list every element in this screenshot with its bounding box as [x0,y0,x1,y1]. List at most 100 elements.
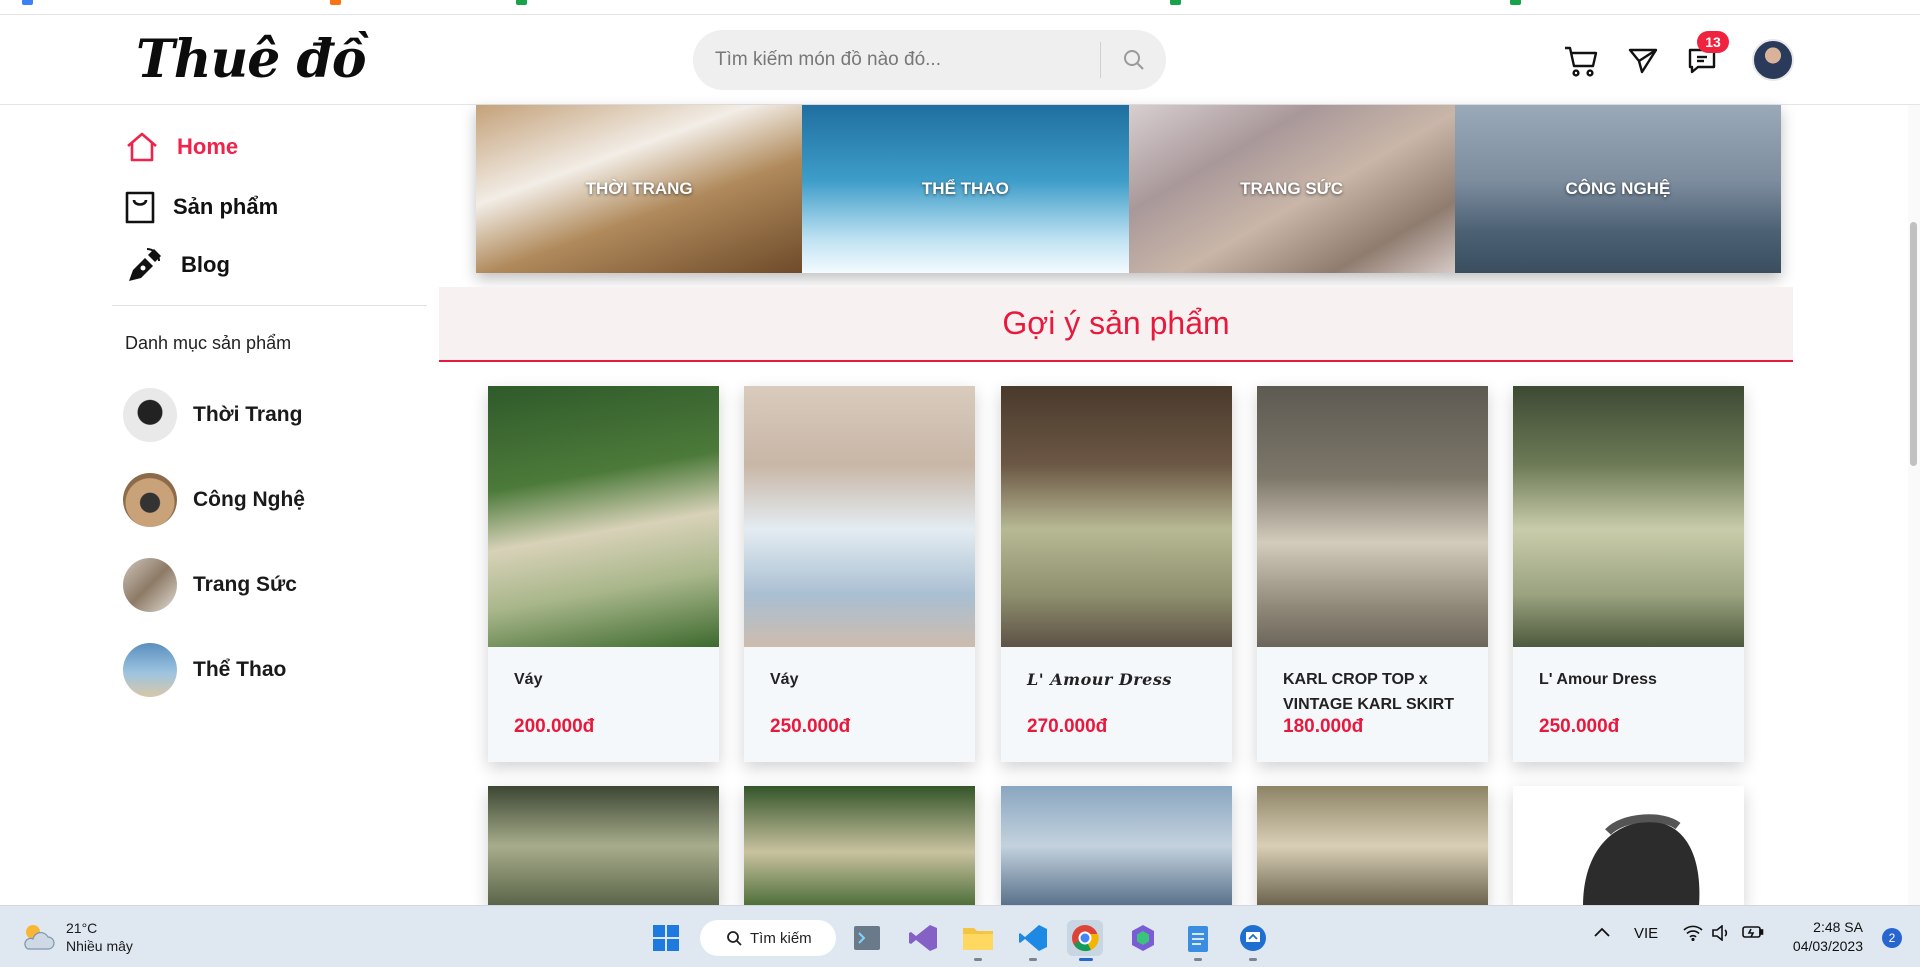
product-card[interactable] [1257,786,1488,906]
weather-desc: Nhiều mây [66,938,133,954]
product-card[interactable]: Váy 250.000đ [744,386,975,762]
product-image [488,386,719,647]
banner-label: THỂ THAO [921,179,1009,198]
pen-nib-icon [129,248,161,281]
suggestions-header: Gợi ý sản phẩm [439,287,1793,362]
sidebar-divider [112,305,427,306]
notification-center-badge[interactable]: 2 [1882,928,1902,948]
cube-icon [1132,925,1154,951]
app-remote-desktop[interactable] [1235,920,1271,956]
site-header: Thuê đồ 13 [0,15,1920,105]
category-thumbnail [123,558,177,612]
user-avatar[interactable] [1752,39,1794,81]
weather-temp: 21°C [66,920,98,936]
filter-button[interactable] [1623,41,1663,81]
nav-products-label: Sản phẩm [173,194,279,219]
cart-button[interactable] [1561,41,1601,81]
network-status[interactable] [1683,925,1703,945]
clock-time: 2:48 SA [1813,919,1863,935]
scrollbar-thumb[interactable] [1910,222,1917,466]
speaker-icon [1712,924,1728,942]
product-image [1001,386,1232,647]
product-card[interactable] [1001,786,1232,906]
product-card[interactable] [488,786,719,906]
product-card[interactable] [744,786,975,906]
banner-tile-sports[interactable]: THỂ THAO [802,105,1129,273]
product-card[interactable]: L' Amour Dress 270.000đ [1001,386,1232,762]
category-jewelry[interactable]: Trang Sức [123,557,297,613]
windows-icon [653,925,679,951]
product-price: 270.000đ [1027,716,1108,737]
site-logo[interactable]: Thuê đồ [136,29,367,90]
product-name: L' Amour Dress [1539,671,1657,688]
app-visual-studio[interactable] [905,920,941,956]
app-terminal[interactable] [849,920,885,956]
folder-icon [963,928,993,950]
weather-widget[interactable]: 21°C Nhiều mây [20,919,133,955]
product-price: 250.000đ [770,716,851,737]
app-chrome[interactable] [1067,920,1103,956]
taskbar-search-label: Tìm kiếm [750,929,812,947]
category-label: Thể Thao [193,658,287,681]
category-label: Thời Trang [193,403,303,426]
visual-studio-icon [909,925,937,951]
product-name: Váy [770,671,799,688]
product-image [1257,386,1488,647]
wifi-icon [1683,925,1703,942]
search-button[interactable] [1113,40,1155,80]
language-indicator[interactable]: VIE [1634,925,1658,942]
product-name: Váy [514,671,543,688]
search-input[interactable] [715,48,1085,72]
volume-control[interactable] [1711,924,1731,945]
product-name: KARL CROP TOP x VINTAGE KARL SKIRT [1283,671,1454,713]
system-clock[interactable]: 2:48 SA 04/03/2023 [1783,918,1863,956]
product-card[interactable]: KARL CROP TOP x VINTAGE KARL SKIRT 180.0… [1257,386,1488,762]
battery-icon [1742,926,1764,938]
banner-tile-jewelry[interactable]: TRANG SỨC [1128,105,1455,273]
remote-desktop-icon [1240,925,1266,951]
bookmarks-bar [0,0,1920,15]
app-cube[interactable] [1125,920,1161,956]
clock-date: 04/03/2023 [1792,938,1863,954]
banner-tile-fashion[interactable]: THỜI TRANG [476,105,803,273]
category-banner: THỜI TRANG THỂ THAO TRANG SỨC CÔNG NGHỆ [476,105,1781,273]
banner-label: CÔNG NGHỆ [1565,179,1671,198]
nav-home-label: Home [177,134,239,159]
product-price: 180.000đ [1283,716,1364,737]
tray-overflow-button[interactable] [1593,925,1611,943]
product-card[interactable]: L' Amour Dress 250.000đ [1513,386,1744,762]
notepad-icon [1188,926,1208,952]
banner-tile-technology[interactable]: CÔNG NGHỆ [1454,105,1781,273]
product-card[interactable] [1513,786,1744,906]
notification-badge: 13 [1697,31,1729,53]
nav-home[interactable]: Home [125,125,238,169]
vscode-icon [1019,925,1047,951]
category-thumbnail [123,388,177,442]
nav-blog[interactable]: Blog [125,243,230,287]
start-button[interactable] [648,920,684,956]
category-fashion[interactable]: Thời Trang [123,387,302,443]
search-bar [693,30,1166,90]
category-technology[interactable]: Công Nghệ [123,472,305,528]
search-divider [1100,42,1101,78]
category-thumbnail [123,473,177,527]
chrome-icon [1072,925,1099,952]
running-indicator [1249,958,1257,961]
running-indicator [1194,958,1202,961]
battery-status[interactable] [1742,925,1764,943]
sidebar: Home Sản phẩm Blog Danh mục sản phẩm Thờ… [112,105,427,905]
nav-products[interactable]: Sản phẩm [125,185,278,229]
category-label: Công Nghệ [193,488,305,511]
watch-image [1583,814,1700,906]
app-vscode[interactable] [1015,920,1051,956]
terminal-icon [854,926,880,950]
taskbar-search[interactable]: Tìm kiếm [700,920,836,956]
product-image [1513,386,1744,647]
app-notepad[interactable] [1180,920,1216,956]
app-file-explorer[interactable] [960,920,996,956]
banner-label: TRANG SỨC [1240,179,1344,198]
product-card[interactable]: Váy 200.000đ [488,386,719,762]
category-sports[interactable]: Thể Thao [123,642,286,698]
active-indicator [1079,958,1093,961]
product-price: 250.000đ [1539,716,1620,737]
